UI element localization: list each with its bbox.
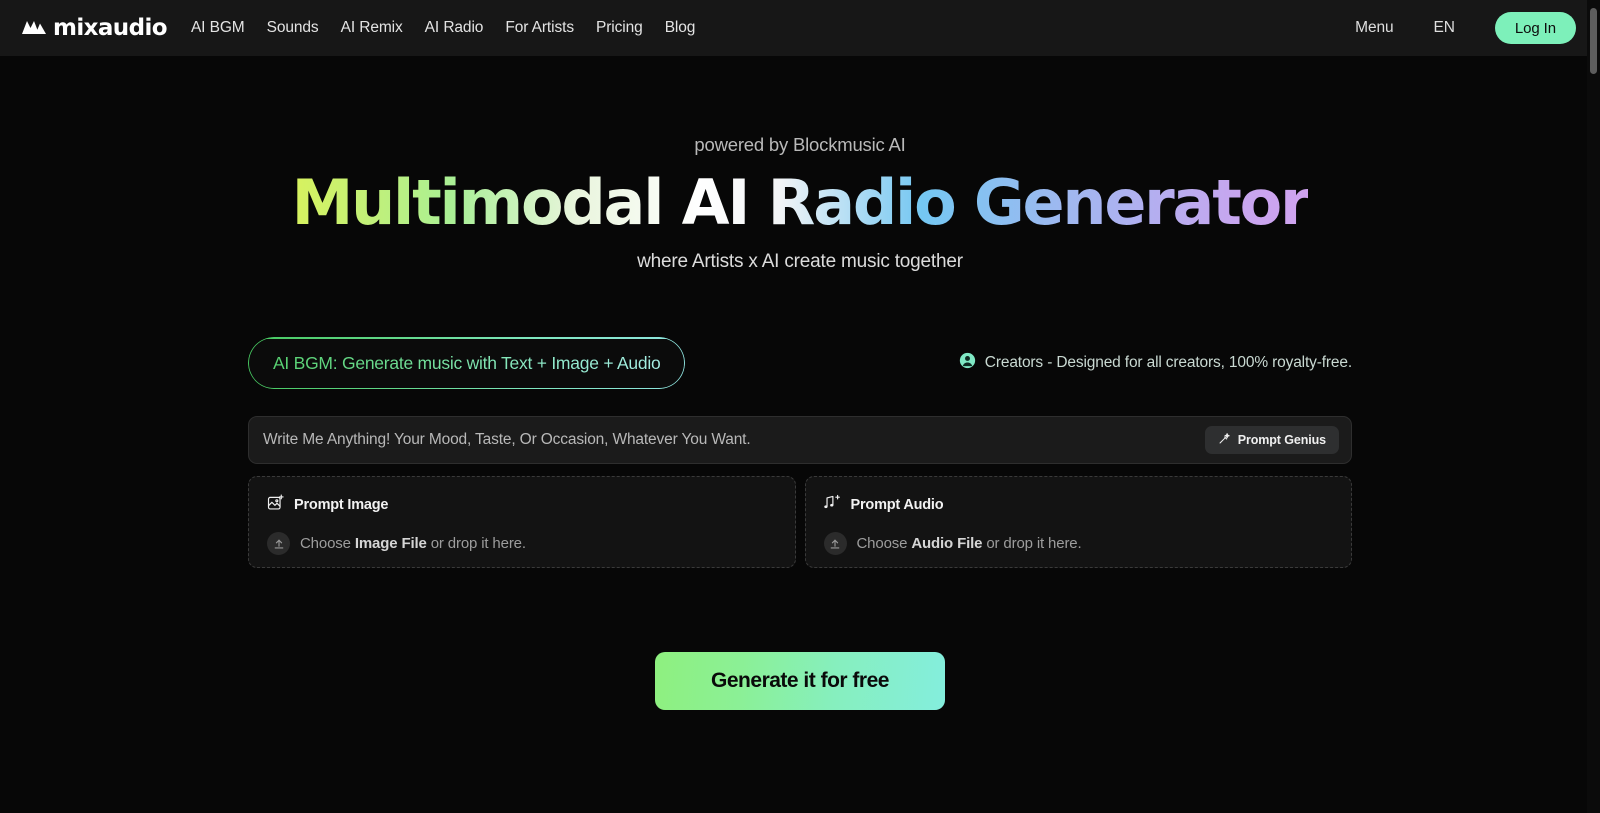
creators-note-text: Creators - Designed for all creators, 10… [984, 354, 1352, 372]
prompt-genius-button[interactable]: Prompt Genius [1204, 426, 1339, 455]
page-title: Multimodal AI Radio Generator [291, 166, 1311, 239]
prompt-audio-header: Prompt Audio [823, 494, 1334, 516]
creators-note: Creators - Designed for all creators, 10… [959, 352, 1352, 374]
hint-prefix: Choose [856, 535, 912, 553]
page-scrollbar-thumb[interactable] [1590, 8, 1597, 74]
image-plus-icon [267, 494, 284, 516]
person-circle-icon [959, 352, 976, 374]
primary-nav-links: AI BGM Sounds AI Remix AI Radio For Arti… [191, 19, 695, 37]
generator-panel-header: AI BGM: Generate music with Text + Image… [248, 337, 1352, 390]
prompt-image-header: Prompt Image [267, 494, 777, 516]
prompt-input[interactable] [263, 431, 1205, 450]
prompt-audio-dropzone[interactable]: Prompt Audio Choose Audio File or drop i… [804, 476, 1352, 569]
prompt-image-dropzone[interactable]: Prompt Image Choose Image File or drop i… [248, 476, 796, 569]
language-selector[interactable]: EN [1434, 19, 1455, 37]
cta-row: Generate it for free [248, 652, 1352, 711]
nav-link-ai-radio[interactable]: AI Radio [425, 19, 484, 37]
hero-subtitle: where Artists x AI create music together [637, 251, 963, 273]
magic-wand-icon [1218, 432, 1231, 448]
brand-logo[interactable]: mixaudio [22, 14, 168, 41]
nav-link-for-artists[interactable]: For Artists [505, 19, 574, 37]
nav-right-group: Menu EN Log In [1355, 12, 1576, 44]
nav-link-pricing[interactable]: Pricing [596, 19, 643, 37]
hint-suffix: or drop it here. [982, 535, 1082, 553]
nav-link-sounds[interactable]: Sounds [267, 19, 319, 37]
prompt-input-row: Prompt Genius [248, 416, 1352, 465]
nav-link-ai-bgm[interactable]: AI BGM [191, 19, 245, 37]
log-in-button[interactable]: Log In [1494, 12, 1576, 44]
music-note-plus-icon [823, 494, 841, 516]
hint-prefix: Choose [300, 535, 355, 553]
hint-strong: Audio File [911, 535, 983, 553]
mixaudio-mountain-icon [22, 17, 46, 39]
hero-section: powered by Blockmusic AI Multimodal AI R… [0, 56, 1600, 273]
upload-arrow-icon [823, 532, 847, 556]
prompt-audio-hint-text: Choose Audio File or drop it here. [857, 535, 1082, 552]
generator-panel: AI BGM: Generate music with Text + Image… [248, 273, 1352, 711]
mode-pill-ai-bgm[interactable]: AI BGM: Generate music with Text + Image… [248, 337, 686, 390]
mode-pill-label: AI BGM: Generate music with Text + Image… [273, 352, 661, 373]
prompt-genius-label: Prompt Genius [1237, 433, 1326, 448]
hero-eyebrow: powered by Blockmusic AI [694, 134, 906, 155]
prompt-image-title: Prompt Image [294, 497, 389, 514]
nav-link-blog[interactable]: Blog [665, 19, 696, 37]
hint-strong: Image File [354, 535, 427, 553]
page-scrollbar-track[interactable] [1587, 0, 1600, 813]
upload-arrow-icon [267, 532, 290, 556]
prompt-image-hint-text: Choose Image File or drop it here. [300, 535, 526, 552]
prompt-audio-title: Prompt Audio [850, 497, 944, 514]
prompt-audio-hint: Choose Audio File or drop it here. [823, 532, 1334, 556]
top-navigation-bar: mixaudio AI BGM Sounds AI Remix AI Radio… [0, 0, 1600, 56]
prompt-upload-cards: Prompt Image Choose Image File or drop i… [248, 476, 1352, 569]
nav-link-ai-remix[interactable]: AI Remix [341, 19, 403, 37]
menu-button[interactable]: Menu [1355, 19, 1393, 37]
prompt-image-hint: Choose Image File or drop it here. [267, 532, 777, 556]
generate-it-for-free-button[interactable]: Generate it for free [655, 652, 945, 711]
brand-logo-text: mixaudio [53, 14, 168, 41]
hint-suffix: or drop it here. [426, 535, 526, 553]
